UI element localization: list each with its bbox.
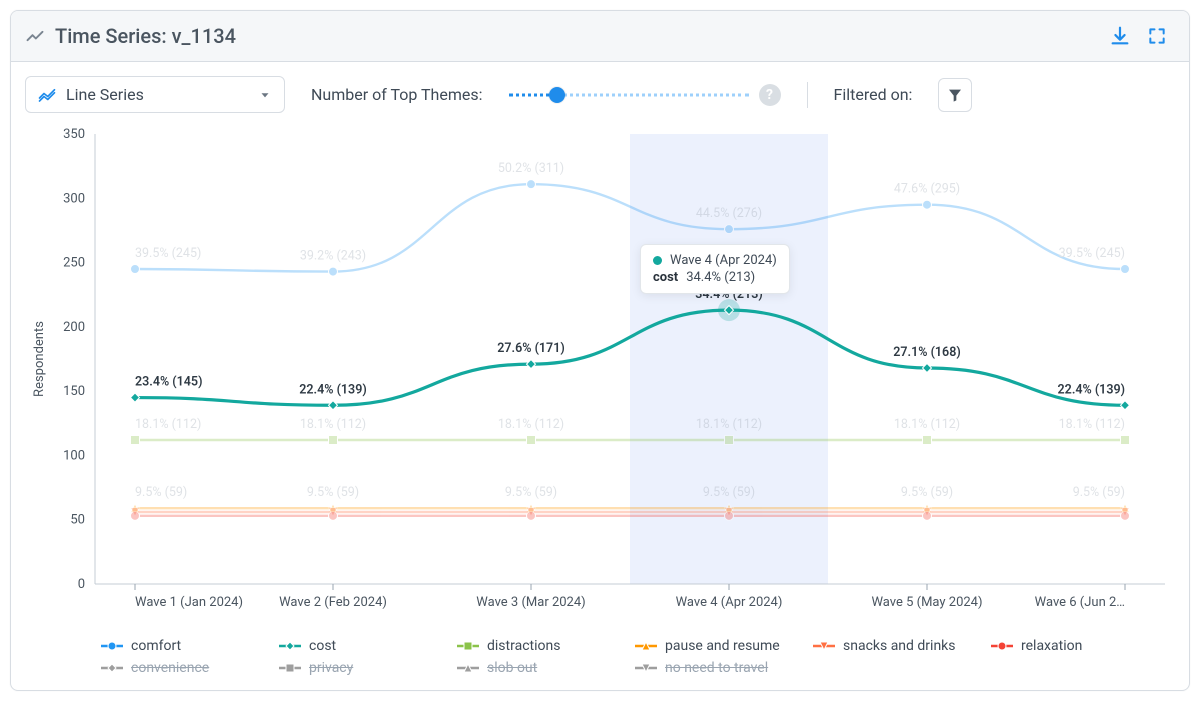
svg-text:Wave 2 (Feb 2024): Wave 2 (Feb 2024) [279,595,387,610]
legend-label: privacy [309,660,353,676]
svg-text:9.5% (59): 9.5% (59) [703,485,755,500]
svg-text:100: 100 [63,448,85,463]
svg-text:Wave 1 (Jan 2024): Wave 1 (Jan 2024) [135,595,243,610]
legend-item-no-need-to-travel[interactable]: no need to travel [635,660,785,676]
legend-swatch [991,640,1013,652]
panel-title: Time Series: v_1134 [55,24,236,48]
tooltip-series-name: cost [653,270,678,285]
legend-label: slob out [487,660,537,676]
line-chart[interactable]: 0 50 100 150 200 250 300 350 Respondents Wave 1 (… [25,124,1177,624]
filter-button[interactable] [938,78,972,112]
filtered-on-label: Filtered on: [834,85,913,104]
legend-label: no need to travel [665,660,768,676]
legend-item-relaxation[interactable]: relaxation [991,638,1141,654]
svg-text:300: 300 [63,191,85,206]
multi-line-icon [38,86,56,104]
svg-text:22.4% (139): 22.4% (139) [299,382,366,397]
svg-text:Wave 6 (Jun 2…: Wave 6 (Jun 2… [1035,595,1125,610]
tooltip: Wave 4 (Apr 2024) cost 34.4% (213) [640,244,790,294]
chevron-down-icon [258,88,272,102]
svg-text:22.4% (139): 22.4% (139) [1058,382,1125,397]
svg-text:18.1% (112): 18.1% (112) [894,417,960,432]
svg-text:Wave 3 (Mar 2024): Wave 3 (Mar 2024) [476,595,585,610]
legend-label: relaxation [1021,638,1082,654]
svg-text:18.1% (112): 18.1% (112) [300,417,366,432]
legend-item-comfort[interactable]: comfort [101,638,251,654]
svg-text:44.5% (276): 44.5% (276) [696,206,762,221]
svg-text:23.4% (145): 23.4% (145) [135,375,202,390]
svg-text:0: 0 [78,577,85,592]
svg-text:9.5% (59): 9.5% (59) [307,485,359,500]
time-series-panel: Time Series: v_1134 Line Series Number o… [10,10,1190,691]
legend-item-pause-and-resume[interactable]: pause and resume [635,638,785,654]
help-icon[interactable]: ? [759,84,781,106]
top-themes-slider-wrap: ? [509,84,781,106]
legend-label: comfort [131,638,181,654]
legend-item-slob-out[interactable]: slob out [457,660,607,676]
legend-item-distractions[interactable]: distractions [457,638,607,654]
svg-text:18.1% (112): 18.1% (112) [498,417,564,432]
series-type-dropdown[interactable]: Line Series [25,76,285,113]
svg-text:18.1% (112): 18.1% (112) [135,417,201,432]
svg-text:39.2% (243): 39.2% (243) [300,249,366,264]
top-themes-label: Number of Top Themes: [311,85,483,104]
legend-swatch [813,640,835,652]
panel-header: Time Series: v_1134 [11,11,1189,62]
tooltip-category: Wave 4 (Apr 2024) [670,253,777,268]
legend-swatch [457,640,479,652]
toolbar-divider [807,82,808,108]
svg-text:27.6% (171): 27.6% (171) [497,341,564,356]
toolbar: Line Series Number of Top Themes: ? Filt… [11,62,1189,120]
line-chart-icon [25,26,45,46]
tooltip-series-dot [653,256,662,265]
tooltip-value: 34.4% (213) [686,270,755,285]
svg-text:9.5% (59): 9.5% (59) [135,485,187,500]
svg-text:200: 200 [63,320,85,335]
svg-text:18.1% (112): 18.1% (112) [696,417,762,432]
expand-button[interactable] [1139,22,1175,50]
svg-text:18.1% (112): 18.1% (112) [1059,417,1125,432]
legend-item-convenience[interactable]: convenience [101,660,251,676]
legend-swatch [279,640,301,652]
legend-swatch [457,662,479,674]
legend-label: pause and resume [665,638,780,654]
legend-swatch [635,640,657,652]
legend: comfort cost distractions pause and resume s… [11,632,1189,690]
svg-text:50: 50 [70,513,85,528]
legend-label: snacks and drinks [843,638,956,654]
legend-swatch [101,640,123,652]
svg-text:47.6% (295): 47.6% (295) [894,182,960,197]
legend-item-snacks-and-drinks[interactable]: snacks and drinks [813,638,963,654]
svg-text:39.5% (245): 39.5% (245) [135,246,201,261]
top-themes-slider[interactable] [509,88,749,102]
legend-label: cost [309,638,336,654]
svg-text:150: 150 [63,384,85,399]
legend-item-cost[interactable]: cost [279,638,429,654]
legend-swatch [635,662,657,674]
svg-text:250: 250 [63,256,85,271]
svg-text:Wave 4 (Apr 2024): Wave 4 (Apr 2024) [676,595,783,610]
svg-text:Wave 5 (May 2024): Wave 5 (May 2024) [871,595,982,610]
legend-item-privacy[interactable]: privacy [279,660,429,676]
legend-label: distractions [487,638,560,654]
svg-text:27.1% (168): 27.1% (168) [893,345,960,360]
legend-label: convenience [131,660,209,676]
svg-text:9.5% (59): 9.5% (59) [1073,485,1125,500]
svg-text:350: 350 [63,127,85,142]
series-type-label: Line Series [66,85,144,104]
svg-text:39.5% (245): 39.5% (245) [1059,246,1125,261]
svg-text:9.5% (59): 9.5% (59) [901,485,953,500]
legend-swatch [279,662,301,674]
chart-area: 0 50 100 150 200 250 300 350 Respondents Wave 1 (… [11,120,1189,632]
legend-swatch [101,662,123,674]
download-button[interactable] [1101,21,1139,51]
svg-text:50.2% (311): 50.2% (311) [498,161,564,176]
svg-text:Respondents: Respondents [32,321,47,397]
svg-text:9.5% (59): 9.5% (59) [505,485,557,500]
